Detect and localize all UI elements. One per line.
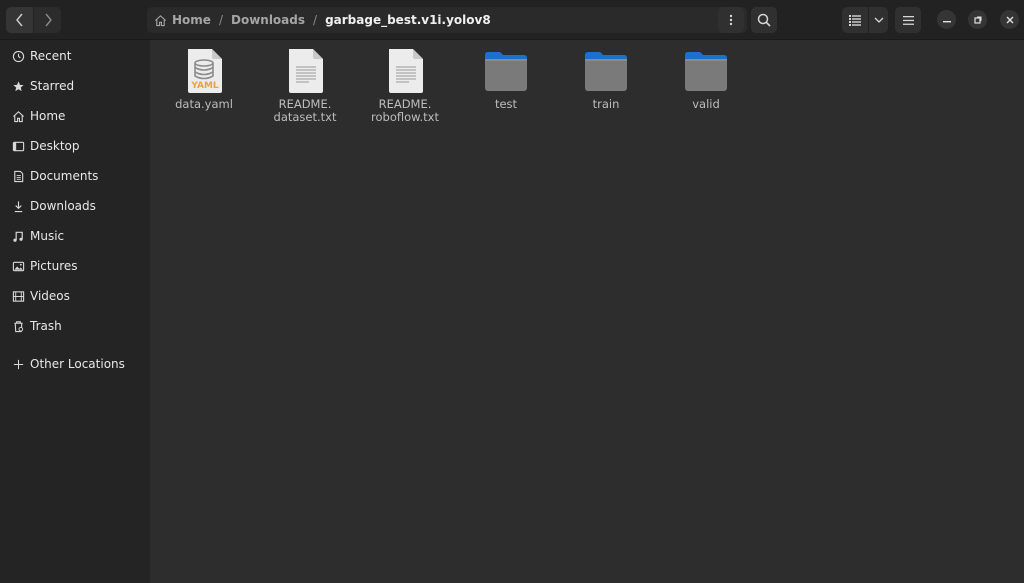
folder-icon xyxy=(585,52,627,91)
file-item-data-yaml[interactable]: YAML data.yaml xyxy=(159,47,249,111)
sidebar-item-label: Recent xyxy=(30,49,72,63)
clock-icon xyxy=(11,49,25,63)
file-manager-window: Home / Downloads / garbage_best.v1i.yolo… xyxy=(0,0,1024,583)
file-name: train xyxy=(592,97,620,111)
folder-icon xyxy=(485,52,527,91)
sidebar-item-other-locations[interactable]: Other Locations xyxy=(0,349,150,379)
sidebar-item-downloads[interactable]: Downloads xyxy=(0,191,150,221)
file-name: README. roboflow.txt xyxy=(371,97,439,124)
sidebar-item-desktop[interactable]: Desktop xyxy=(0,131,150,161)
view-options-dropdown[interactable] xyxy=(869,7,888,33)
search-icon xyxy=(757,13,771,27)
text-file-icon xyxy=(389,49,423,93)
sidebar-item-label: Other Locations xyxy=(30,357,125,371)
file-name: test xyxy=(494,97,518,111)
breadcrumb-current-folder[interactable]: garbage_best.v1i.yolov8 xyxy=(325,13,491,27)
folder-item-valid[interactable]: valid xyxy=(661,47,751,111)
sidebar-item-label: Music xyxy=(30,229,65,243)
home-icon xyxy=(155,14,166,26)
chevron-right-icon xyxy=(44,13,52,27)
breadcrumb-separator: / xyxy=(218,13,223,27)
sidebar-item-label: Home xyxy=(30,109,66,123)
breadcrumb-separator: / xyxy=(313,13,318,27)
maximize-button[interactable] xyxy=(968,10,987,29)
main-menu-button[interactable] xyxy=(895,7,921,33)
download-icon xyxy=(11,199,25,213)
folder-item-test[interactable]: test xyxy=(461,47,551,111)
view-mode-button[interactable] xyxy=(842,7,868,33)
sidebar-item-recent[interactable]: Recent xyxy=(0,41,150,71)
desktop-icon xyxy=(11,139,25,153)
picture-icon xyxy=(11,259,25,273)
close-button[interactable] xyxy=(1000,10,1019,29)
file-item-readme-roboflow[interactable]: README. roboflow.txt xyxy=(360,47,450,124)
sidebar-item-home[interactable]: Home xyxy=(0,101,150,131)
folder-menu-button[interactable] xyxy=(718,7,744,33)
file-item-readme-dataset[interactable]: README. dataset.txt xyxy=(260,47,350,124)
plus-icon xyxy=(11,357,25,371)
back-button[interactable] xyxy=(6,7,33,33)
minimize-button[interactable] xyxy=(937,10,956,29)
chevron-left-icon xyxy=(15,13,23,27)
star-icon xyxy=(11,79,25,93)
folder-icon xyxy=(685,52,727,91)
trash-icon xyxy=(11,319,25,333)
sidebar-item-label: Documents xyxy=(30,169,99,183)
file-view: YAML data.yaml README. dataset.txt READM… xyxy=(150,40,1024,583)
sidebar: Recent Starred Home Desktop Documents Do… xyxy=(0,40,150,583)
breadcrumb-downloads[interactable]: Downloads xyxy=(231,13,305,27)
music-icon xyxy=(11,229,25,243)
sidebar-item-label: Desktop xyxy=(30,139,80,153)
maximize-icon xyxy=(973,16,981,24)
more-options-icon xyxy=(729,14,733,26)
sidebar-item-trash[interactable]: Trash xyxy=(0,311,150,341)
sidebar-item-label: Starred xyxy=(30,79,75,93)
list-view-icon xyxy=(849,14,861,26)
breadcrumb: Home / Downloads / garbage_best.v1i.yolo… xyxy=(147,7,747,33)
close-icon xyxy=(1006,16,1013,23)
sidebar-item-music[interactable]: Music xyxy=(0,221,150,251)
document-icon xyxy=(11,169,25,183)
sidebar-item-label: Pictures xyxy=(30,259,78,273)
folder-item-train[interactable]: train xyxy=(561,47,651,111)
text-file-icon xyxy=(289,49,323,93)
sidebar-item-pictures[interactable]: Pictures xyxy=(0,251,150,281)
video-icon xyxy=(11,289,25,303)
sidebar-item-label: Videos xyxy=(30,289,70,303)
hamburger-menu-icon xyxy=(902,15,914,25)
sidebar-item-label: Trash xyxy=(30,319,62,333)
navigation-buttons xyxy=(6,7,61,33)
sidebar-item-label: Downloads xyxy=(30,199,96,213)
sidebar-item-starred[interactable]: Starred xyxy=(0,71,150,101)
file-name: data.yaml xyxy=(175,97,233,111)
breadcrumb-home[interactable]: Home xyxy=(172,13,211,27)
sidebar-item-videos[interactable]: Videos xyxy=(0,281,150,311)
chevron-down-icon xyxy=(874,17,883,23)
header-bar: Home / Downloads / garbage_best.v1i.yolo… xyxy=(0,0,1024,40)
file-name: valid xyxy=(692,97,720,111)
home-icon xyxy=(11,109,25,123)
minimize-icon xyxy=(942,20,951,22)
yaml-badge: YAML xyxy=(190,81,219,91)
file-name: README. dataset.txt xyxy=(273,97,337,124)
sidebar-item-documents[interactable]: Documents xyxy=(0,161,150,191)
search-button[interactable] xyxy=(751,7,777,33)
yaml-file-icon: YAML xyxy=(188,49,222,93)
forward-button[interactable] xyxy=(34,7,61,33)
